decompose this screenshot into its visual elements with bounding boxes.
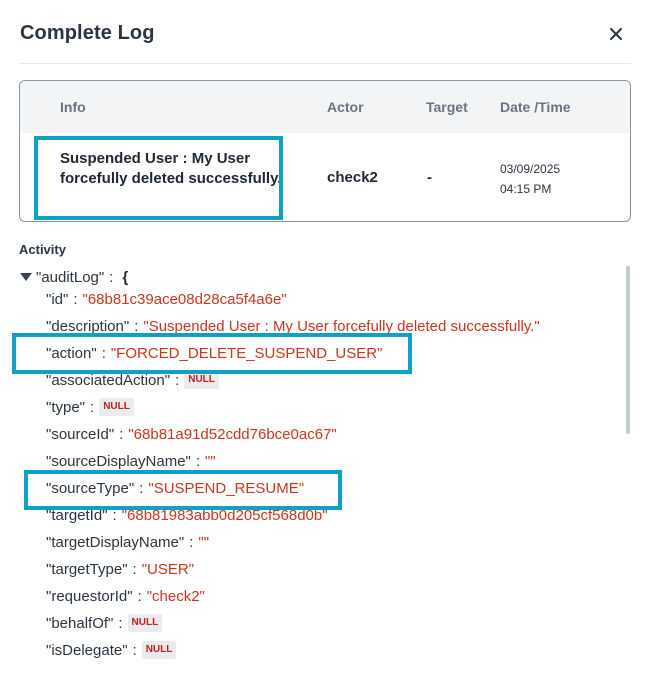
scrollbar-thumb[interactable] [626, 266, 630, 434]
datetime-cell: 03/09/2025 04:15 PM [500, 159, 560, 199]
json-field: "requestorId": "check2" [46, 585, 205, 607]
json-field: "behalfOf": NULL [46, 612, 163, 634]
null-badge: NULL [141, 641, 177, 659]
header-divider [19, 63, 631, 64]
json-field: "sourceDisplayName": "" [46, 450, 216, 472]
modal-header: Complete Log [20, 22, 630, 48]
json-tree: "auditLog" : { "id": "68b81c39ace08d28ca5… [19, 266, 631, 676]
activity-label: Activity [19, 242, 66, 257]
null-badge: NULL [127, 614, 163, 632]
json-key: "id" [46, 290, 69, 308]
json-key: "isDelegate" [46, 641, 128, 659]
json-key: "requestorId" [46, 587, 133, 605]
date-text: 03/09/2025 [500, 162, 561, 176]
root-colon: : [109, 268, 114, 286]
json-field: "targetType": "USER" [46, 558, 194, 580]
json-value: "68b81983abb0d205cf568d0b" [121, 506, 328, 524]
close-icon [610, 28, 622, 40]
json-value: "" [205, 452, 216, 470]
json-field: "sourceId": "68b81a91d52cdd76bce0ac67" [46, 423, 337, 445]
json-value: "check2" [146, 587, 205, 605]
json-colon: : [119, 425, 124, 443]
caret-down-icon[interactable] [20, 273, 32, 281]
json-key: "sourceId" [46, 425, 115, 443]
json-key: "targetType" [46, 560, 128, 578]
json-field: "isDelegate": NULL [46, 639, 177, 661]
header-target: Target [426, 99, 468, 115]
json-colon: : [101, 344, 106, 362]
info-cell: Suspended User : My User forcefully dele… [60, 150, 282, 187]
json-field: "description": "Suspended User : My User … [46, 315, 540, 337]
time-text: 04:15 PM [500, 182, 552, 196]
json-colon: : [90, 398, 95, 416]
header-actor: Actor [327, 99, 364, 115]
header-info: Info [60, 99, 86, 115]
table-row: Suspended User : My User forcefully dele… [20, 133, 630, 221]
json-colon: : [195, 452, 201, 470]
json-field: "action": "FORCED_DELETE_SUSPEND_USER" [46, 342, 382, 364]
json-value: "FORCED_DELETE_SUSPEND_USER" [110, 344, 383, 362]
json-value: "68b81c39ace08d28ca5f4a6e" [82, 290, 287, 308]
json-colon: : [137, 587, 142, 605]
header-datetime: Date /Time [500, 99, 571, 115]
json-key: "associatedAction" [46, 371, 171, 389]
json-key: "sourceType" [46, 479, 135, 497]
json-value: "" [198, 533, 210, 551]
json-colon: : [175, 371, 180, 389]
modal-title: Complete Log [20, 22, 155, 44]
json-colon: : [132, 560, 137, 578]
json-field: "sourceType": "SUSPEND_RESUME" [46, 477, 304, 499]
json-colon: : [132, 641, 137, 659]
json-colon: : [73, 290, 78, 308]
target-cell: - [427, 169, 432, 186]
json-colon: : [118, 614, 123, 632]
null-badge: NULL [184, 371, 219, 389]
json-key: "type" [46, 398, 86, 416]
json-colon: : [139, 479, 144, 497]
scrollbar[interactable] [626, 266, 631, 666]
log-table: Info Actor Target Date /Time Suspended U… [19, 80, 631, 222]
json-value: "SUSPEND_RESUME" [148, 479, 305, 497]
json-key: "description" [46, 317, 130, 335]
json-colon: : [112, 506, 117, 524]
json-key: "behalfOf" [46, 614, 114, 632]
json-value: "USER" [141, 560, 195, 578]
json-value: "Suspended User : My User forcefully del… [143, 317, 540, 335]
close-button[interactable] [604, 21, 628, 47]
json-key: "targetDisplayName" [46, 533, 185, 551]
json-colon: : [189, 533, 194, 551]
json-key: "targetId" [46, 506, 108, 524]
json-field: "targetId": "68b81983abb0d205cf568d0b" [46, 504, 328, 526]
json-value: "68b81a91d52cdd76bce0ac67" [128, 425, 337, 443]
root-key: "auditLog" [36, 268, 105, 286]
json-field: "type": NULL [46, 396, 134, 418]
tree-root[interactable]: "auditLog" : { [19, 266, 128, 288]
null-badge: NULL [99, 398, 134, 416]
json-key: "sourceDisplayName" [46, 452, 191, 470]
actor-cell: check2 [327, 169, 378, 186]
json-key: "action" [46, 344, 97, 362]
json-field: "associatedAction": NULL [46, 369, 219, 391]
table-header: Info Actor Target Date /Time [20, 81, 630, 133]
json-field: "targetDisplayName": "" [46, 531, 209, 553]
root-brace: { [122, 268, 129, 286]
json-field: "id": "68b81c39ace08d28ca5f4a6e" [46, 288, 287, 310]
json-colon: : [134, 317, 139, 335]
